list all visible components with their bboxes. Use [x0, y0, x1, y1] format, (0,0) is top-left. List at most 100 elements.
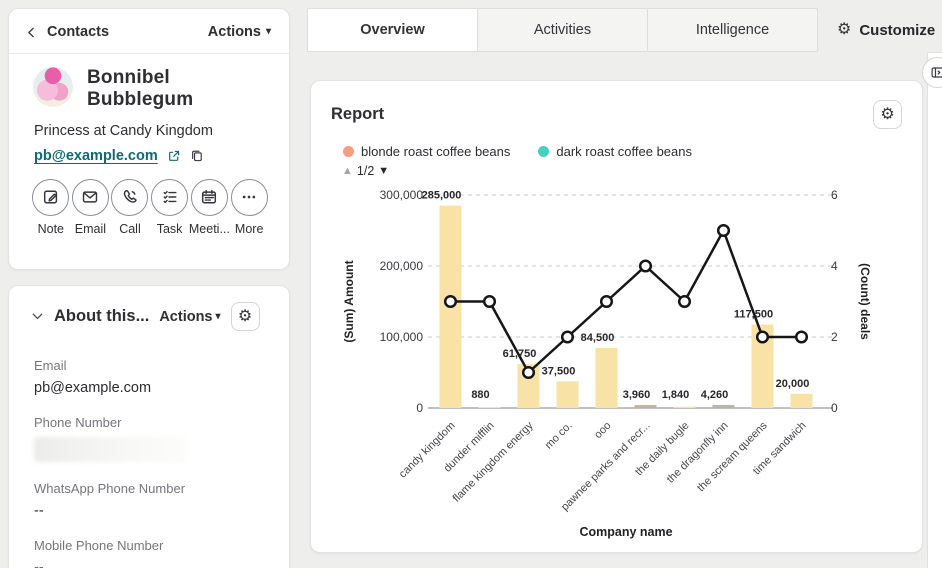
quick-action-meeti[interactable]: Meeti... [189, 179, 229, 236]
legend-page-up-button[interactable]: ▲ [342, 165, 353, 177]
panel-expand-icon [930, 65, 942, 80]
bar-label: 1,840 [662, 389, 690, 401]
about-settings-button[interactable]: ⚙ [231, 302, 260, 331]
legend-label: blonde roast coffee beans [361, 144, 510, 159]
report-settings-button[interactable]: ⚙ [873, 100, 902, 129]
left-axis-tick: 0 [416, 401, 423, 415]
avatar [33, 67, 73, 107]
chevron-down-icon: ▾ [216, 312, 221, 322]
field-value[interactable]: -- [34, 560, 265, 568]
legend-page-down-button[interactable]: ▼ [378, 165, 389, 177]
email-icon [81, 188, 99, 206]
field-label: Mobile Phone Number [34, 538, 265, 553]
legend-label: dark roast coffee beans [556, 144, 692, 159]
chevron-down-icon[interactable] [31, 310, 44, 323]
line-point-time-sandwich[interactable] [796, 332, 807, 343]
bar-label: 880 [471, 389, 489, 401]
x-category-label: ooo [592, 420, 613, 441]
bar-label: 3,960 [623, 389, 651, 401]
quick-action-label: Task [157, 222, 183, 236]
legend-pager: ▲ 1/2 ▼ [342, 164, 902, 178]
copy-icon[interactable] [190, 149, 204, 163]
quick-action-task[interactable]: Task [150, 179, 190, 236]
external-link-icon[interactable] [167, 149, 181, 163]
back-to-contacts-button[interactable]: Contacts [25, 24, 109, 40]
legend-dot [343, 146, 354, 157]
line-point-the-daily-bugle[interactable] [679, 296, 690, 307]
x-category-label: mo co. [543, 420, 575, 452]
field-label: Phone Number [34, 415, 265, 430]
left-axis-tick: 300,000 [380, 188, 424, 202]
bar-cap [713, 405, 735, 406]
quick-action-more[interactable]: More [229, 179, 269, 236]
quick-action-email[interactable]: Email [71, 179, 111, 236]
about-field: WhatsApp Phone Number-- [34, 481, 265, 519]
gear-icon: ⚙ [837, 22, 851, 38]
field-label: Email [34, 358, 265, 373]
legend-page-indicator: 1/2 [357, 164, 374, 178]
quick-action-label: Email [75, 222, 106, 236]
line-point-dunder-mifflin[interactable] [484, 296, 495, 307]
legend-item[interactable]: dark roast coffee beans [538, 144, 692, 159]
line-point-ooo[interactable] [601, 296, 612, 307]
contact-actions-button[interactable]: Actions ▾ [208, 24, 271, 40]
bar-label: 20,000 [776, 378, 810, 390]
quick-action-call[interactable]: Call [110, 179, 150, 236]
quick-actions-row: Note Email Call Task Meeti...More [9, 164, 289, 236]
right-axis-title: (Count) deals [858, 263, 872, 340]
report-title: Report [331, 105, 384, 124]
left-axis-tick: 100,000 [380, 330, 424, 344]
collapse-panel-button[interactable] [922, 57, 942, 88]
field-value[interactable]: -- [34, 503, 265, 519]
field-value-redacted [34, 437, 186, 462]
quick-action-note[interactable]: Note [31, 179, 71, 236]
bar-ooo[interactable] [596, 348, 618, 408]
customize-button[interactable]: ⚙ Customize [831, 8, 941, 52]
legend-dot [538, 146, 549, 157]
report-card: Report ⚙ blonde roast coffee beans dark r… [310, 80, 923, 553]
line-point-candy-kingdom[interactable] [445, 296, 456, 307]
about-field: Email pb@example.com [34, 358, 265, 396]
field-value[interactable]: pb@example.com [34, 380, 265, 396]
bar-dunder-mifflin[interactable] [479, 407, 501, 408]
call-icon [121, 188, 139, 206]
about-field: Phone Number [34, 415, 265, 462]
bar-label: 4,260 [701, 389, 729, 401]
about-field: Mobile Phone Number -- [34, 538, 265, 568]
line-point-flame-kingdom-energy[interactable] [523, 367, 534, 378]
x-axis-title: Company name [579, 525, 672, 539]
tab-intelligence[interactable]: Intelligence [647, 8, 818, 52]
contact-subtitle: Princess at Candy Kingdom [9, 112, 289, 139]
line-point-mo-co-[interactable] [562, 332, 573, 343]
about-actions-button[interactable]: Actions ▾ [159, 309, 220, 325]
note-icon [42, 188, 60, 206]
contact-card: Contacts Actions ▾ Bonnibel Bubblegum Pr… [8, 8, 290, 270]
back-label: Contacts [47, 24, 109, 40]
email-link[interactable]: pb@example.com [34, 148, 158, 164]
right-panel-edge [927, 52, 942, 568]
about-card-title: About this... [54, 307, 149, 326]
chevron-down-icon: ▾ [266, 27, 271, 37]
line-point-the-scream-queens[interactable] [757, 332, 768, 343]
quick-action-label: Call [119, 222, 141, 236]
right-axis-tick: 2 [831, 330, 838, 344]
bar-label: 61,750 [503, 348, 537, 360]
tab-activities[interactable]: Activities [477, 8, 648, 52]
bar-label: 84,500 [581, 332, 615, 344]
bar-mo-co-[interactable] [557, 381, 579, 408]
report-chart: 300,000200,000100,00006420(Sum) Amount(C… [331, 180, 896, 552]
chart-legend: blonde roast coffee beans dark roast coff… [343, 144, 902, 159]
legend-item[interactable]: blonde roast coffee beans [343, 144, 510, 159]
contact-card-header: Contacts Actions ▾ [9, 9, 289, 54]
line-point-pawnee-parks-and-recr-[interactable] [640, 261, 651, 272]
tab-overview[interactable]: Overview [307, 8, 478, 52]
left-axis-title: (Sum) Amount [342, 260, 356, 342]
left-axis-tick: 200,000 [380, 259, 424, 273]
line-point-the-dragonfly-inn[interactable] [718, 225, 729, 236]
tab-bar: OverviewActivitiesIntelligence [308, 8, 818, 52]
meeting-icon [200, 188, 218, 206]
bar-the-daily-bugle[interactable] [674, 407, 696, 408]
bar-time-sandwich[interactable] [791, 394, 813, 408]
contact-name: Bonnibel Bubblegum [87, 67, 227, 112]
x-category-label: flame kingdom energy [451, 419, 536, 504]
